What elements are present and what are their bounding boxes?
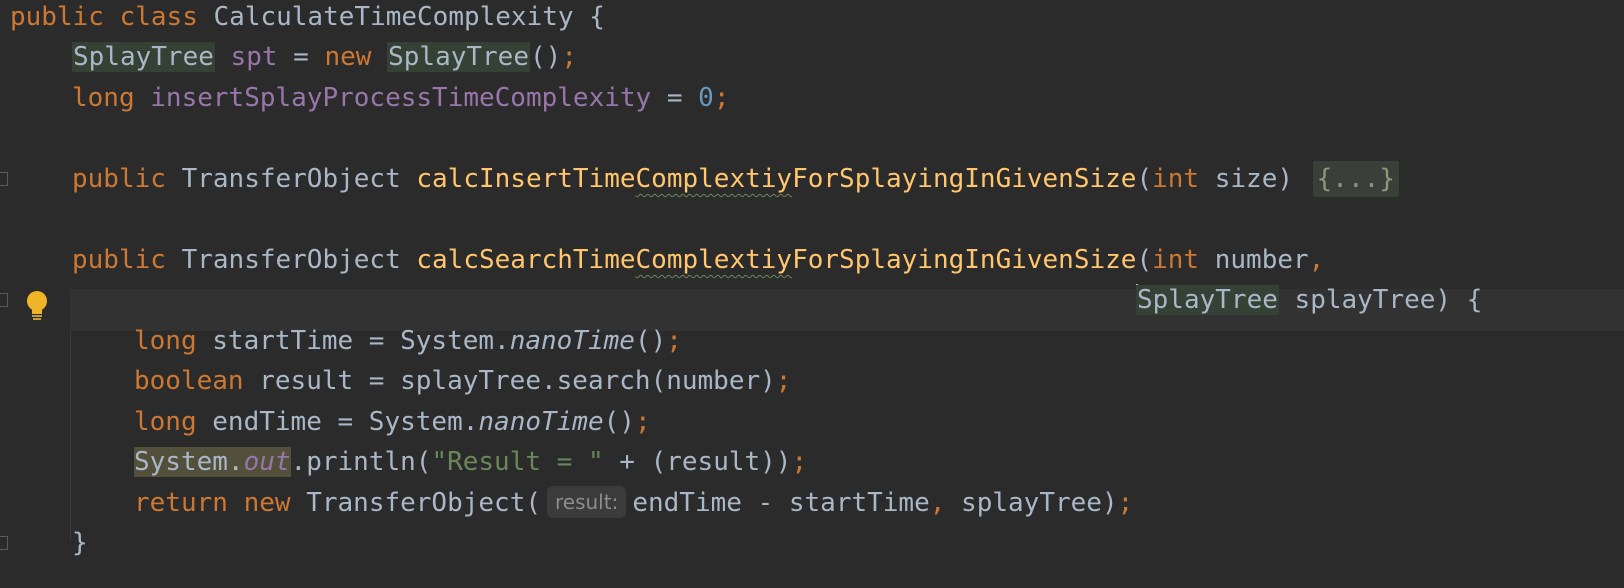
code-token: Complextiy	[635, 245, 793, 275]
code-line-13[interactable]: return new TransferObject(result: endTime…	[134, 482, 1133, 524]
code-line-14[interactable]: }	[72, 522, 88, 564]
code-token: endTime = System.	[196, 407, 479, 437]
code-line-2[interactable]: SplayTree spt = new SplayTree();	[72, 36, 577, 78]
code-token: "Result = "	[431, 447, 604, 477]
code-editor[interactable]: public class CalculateTimeComplexity { S…	[0, 0, 1624, 588]
code-token: endTime - startTime	[632, 488, 930, 518]
code-line-3[interactable]: long insertSplayProcessTimeComplexity = …	[72, 77, 729, 119]
code-token: size)	[1199, 164, 1309, 194]
code-token: nanoTime	[509, 326, 635, 356]
code-token: public	[72, 245, 166, 275]
code-token: long	[72, 83, 135, 113]
indent-guide	[70, 331, 71, 541]
code-token: startTime = System.	[196, 326, 510, 356]
code-token: class	[119, 2, 198, 32]
code-token: ,	[1308, 245, 1325, 275]
code-token: CalculateTimeComplexity {	[197, 2, 605, 32]
code-line-8[interactable]: SplayTree splayTree) {	[1136, 279, 1482, 321]
code-token: SplayTree	[1136, 285, 1279, 315]
code-token: System.	[134, 447, 244, 477]
fold-collapse-icon[interactable]	[0, 293, 8, 307]
code-token: long	[134, 407, 197, 437]
code-token: ;	[561, 42, 577, 72]
code-token: new	[243, 488, 291, 518]
code-token: SplayTree	[387, 42, 530, 72]
code-token: Complextiy	[635, 164, 793, 194]
code-token: ()	[634, 326, 667, 356]
code-token: ;	[791, 447, 808, 477]
code-token: =	[651, 83, 699, 113]
code-token: TransferObject	[165, 164, 417, 194]
code-token: calcInsertTime	[416, 164, 636, 194]
parameter-hint: result:	[547, 486, 627, 518]
code-token: ()	[530, 42, 562, 72]
code-token: ,	[929, 488, 946, 518]
code-token: boolean	[134, 366, 244, 396]
code-token: ForSplayingInGivenSize	[792, 164, 1137, 194]
code-line-1[interactable]: public class CalculateTimeComplexity {	[10, 0, 605, 38]
code-token: 0	[698, 83, 714, 113]
code-token: ForSplayingInGivenSize	[792, 245, 1137, 275]
code-token: =	[277, 42, 325, 72]
code-line-11[interactable]: long endTime = System.nanoTime();	[134, 401, 651, 443]
code-line-12[interactable]: System.out.println("Result = " + (result…	[134, 441, 807, 483]
code-token: ()	[603, 407, 635, 437]
code-token: + (result))	[603, 447, 792, 477]
code-token: number	[1199, 245, 1309, 275]
code-line-5[interactable]: public TransferObject calcInsertTimeComp…	[72, 158, 1399, 200]
code-token: ;	[1117, 488, 1134, 518]
code-token: spt	[230, 42, 278, 72]
code-token: return	[134, 488, 228, 518]
code-token: nanoTime	[478, 407, 604, 437]
code-token: int	[1152, 164, 1200, 194]
code-token: TransferObject	[165, 245, 417, 275]
folded-code-button[interactable]: {...}	[1312, 161, 1399, 197]
code-token: .println(	[290, 447, 432, 477]
code-token: public	[10, 2, 104, 32]
code-token: ;	[666, 326, 682, 356]
code-line-10[interactable]: boolean result = splayTree.search(number…	[134, 360, 791, 402]
code-token: int	[1152, 245, 1200, 275]
code-token: splayTree)	[945, 488, 1118, 518]
code-token: splayTree) {	[1278, 285, 1483, 315]
fold-end-icon[interactable]	[0, 536, 8, 550]
code-token: ;	[713, 83, 730, 113]
code-token: TransferObject(	[290, 488, 541, 518]
code-token: ;	[775, 366, 792, 396]
code-line-7[interactable]: public TransferObject calcSearchTimeComp…	[72, 239, 1324, 281]
code-token: insertSplayProcessTimeComplexity	[150, 83, 652, 113]
fold-expand-icon[interactable]	[0, 172, 8, 186]
code-token: SplayTree	[72, 42, 215, 72]
code-token: ;	[634, 407, 651, 437]
lightbulb-icon[interactable]	[24, 290, 50, 324]
code-token: out	[243, 447, 291, 477]
code-token: new	[324, 42, 372, 72]
code-token: (	[1136, 245, 1153, 275]
code-token: }	[72, 528, 88, 558]
code-token: (	[1136, 164, 1153, 194]
code-line-9[interactable]: long startTime = System.nanoTime();	[134, 320, 682, 362]
code-token: calcSearchTime	[416, 245, 636, 275]
code-token: result = splayTree.search(number)	[243, 366, 776, 396]
code-token: long	[134, 326, 197, 356]
code-token: public	[72, 164, 166, 194]
